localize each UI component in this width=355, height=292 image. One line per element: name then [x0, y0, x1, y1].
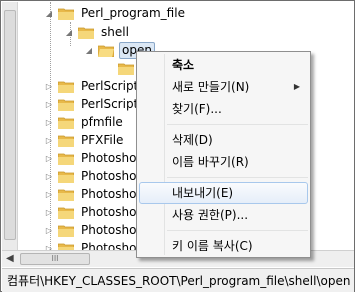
- menu-item-label: 키 이름 복사(C): [172, 239, 253, 253]
- horizontal-scroll-thumb[interactable]: III: [20, 253, 90, 265]
- folder-icon: [58, 207, 74, 219]
- scroll-left-arrow-icon[interactable]: ◀: [6, 253, 14, 264]
- expand-icon[interactable]: ▷: [44, 239, 54, 250]
- menu-separator: [167, 230, 308, 231]
- open-folder-icon: [98, 45, 114, 57]
- menu-item-label: 축소: [172, 58, 195, 72]
- tree-node-photoshop-4[interactable]: ▷ Photoshop: [44, 203, 146, 222]
- collapse-icon[interactable]: ◢: [44, 4, 54, 23]
- menu-item-delete[interactable]: 삭제(D): [139, 129, 308, 151]
- tree-vertical-scrollbar[interactable]: [2, 2, 18, 250]
- tree-node-photoshop-6[interactable]: ▷ Photoshop: [44, 239, 146, 250]
- tree-node-perlscriptfile[interactable]: ▷ PerlScriptF: [44, 95, 147, 114]
- tree-node-pfmfile[interactable]: ▷ pfmfile: [44, 113, 125, 132]
- expand-icon[interactable]: ▷: [44, 95, 54, 114]
- menu-item-label: 이름 바꾸기(R): [172, 155, 249, 169]
- tree-node-label: pfmfile: [81, 115, 123, 129]
- menu-item-find[interactable]: 찾기(F)...: [139, 98, 308, 120]
- expand-icon[interactable]: ▷: [44, 131, 54, 150]
- folder-icon: [58, 153, 74, 165]
- folder-icon: [58, 81, 74, 93]
- menu-item-label: 새로 만들기(N): [172, 80, 250, 94]
- submenu-arrow-icon: ▶: [293, 82, 300, 91]
- tree-node-label: shell: [101, 25, 129, 39]
- menu-item-label: 삭제(D): [172, 133, 213, 147]
- menu-item-label: 내보내기(E): [172, 186, 234, 200]
- tree-node-photoshop-2[interactable]: ▷ Photoshop: [44, 167, 146, 186]
- tree-node-label: PerlScript: [81, 79, 139, 93]
- folder-icon: [118, 63, 134, 75]
- folder-icon: [58, 99, 74, 111]
- status-bar: 컴퓨터\HKEY_CLASSES_ROOT\Perl_program_file\…: [2, 268, 354, 292]
- tree-node-pfxfile[interactable]: ▷ PFXFile: [44, 131, 125, 150]
- folder-icon: [78, 27, 94, 39]
- menu-separator: [167, 124, 308, 125]
- tree-node-label: PFXFile: [81, 133, 124, 147]
- folder-icon: [58, 189, 74, 201]
- menu-item-rename[interactable]: 이름 바꾸기(R): [139, 151, 308, 173]
- tree-node-photoshop-3[interactable]: ▷ Photoshop: [44, 185, 146, 204]
- context-menu: 축소 새로 만들기(N) ▶ 찾기(F)... 삭제(D) 이름 바꾸기(R) …: [136, 51, 311, 258]
- menu-item-export[interactable]: 내보내기(E): [139, 182, 308, 204]
- tree-node-photoshop-5[interactable]: ▷ Photoshop: [44, 221, 146, 240]
- collapse-icon[interactable]: ◢: [84, 41, 94, 60]
- expand-icon[interactable]: ▷: [44, 149, 54, 168]
- expand-icon[interactable]: ▷: [44, 77, 54, 96]
- expand-icon[interactable]: ▷: [44, 113, 54, 132]
- folder-icon: [58, 117, 74, 129]
- tree-node-shell[interactable]: ◢ shell: [64, 23, 131, 42]
- tree-node-label: Perl_program_file: [81, 6, 185, 20]
- status-bar-path: 컴퓨터\HKEY_CLASSES_ROOT\Perl_program_file\…: [7, 274, 351, 288]
- vertical-scroll-thumb[interactable]: [4, 10, 16, 240]
- tree-node-photoshop-1[interactable]: ▷ Photoshop: [44, 149, 146, 168]
- tree-node-perlscript[interactable]: ▷ PerlScript: [44, 77, 140, 96]
- folder-icon: [58, 171, 74, 183]
- menu-separator: [167, 177, 308, 178]
- menu-item-collapse[interactable]: 축소: [139, 54, 308, 76]
- expand-icon[interactable]: ▷: [44, 185, 54, 204]
- tree-node-perl-program-file[interactable]: ◢ Perl_program_file: [44, 4, 187, 23]
- folder-icon: [58, 135, 74, 147]
- folder-icon: [58, 243, 74, 250]
- folder-icon: [58, 225, 74, 237]
- expand-icon[interactable]: ▷: [44, 221, 54, 240]
- collapse-icon[interactable]: ◢: [64, 23, 74, 42]
- menu-item-new[interactable]: 새로 만들기(N) ▶: [139, 76, 308, 98]
- expand-icon[interactable]: ▷: [44, 167, 54, 186]
- folder-icon: [58, 8, 74, 20]
- menu-item-permissions[interactable]: 사용 권한(P)...: [139, 204, 308, 226]
- menu-item-label: 찾기(F)...: [172, 102, 222, 116]
- menu-item-copy-key-name[interactable]: 키 이름 복사(C): [139, 235, 308, 257]
- menu-item-label: 사용 권한(P)...: [172, 208, 249, 222]
- expand-icon[interactable]: ▷: [44, 203, 54, 222]
